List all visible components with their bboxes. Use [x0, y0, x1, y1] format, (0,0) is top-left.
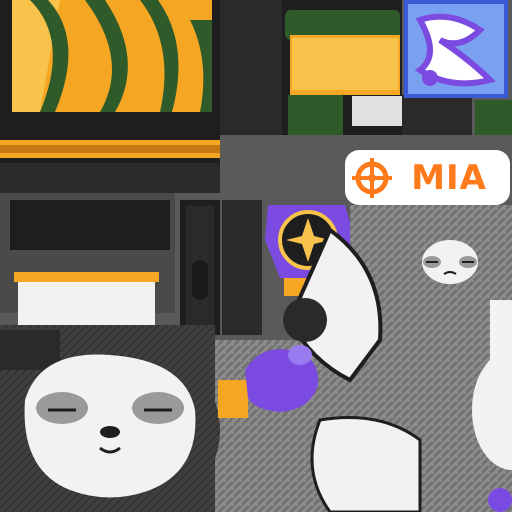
white-edge-strip: [490, 300, 512, 360]
aim-label: AIM: [410, 158, 486, 198]
sloth-face-icon: [24, 354, 196, 498]
sloth-face-icon: [422, 240, 478, 284]
character-texture-atlas: AIM: [0, 0, 512, 512]
graffiti-sticker-icon: [404, 0, 508, 98]
aim-label-box: AIM: [388, 156, 508, 200]
orange-mesh-strip: [0, 135, 220, 193]
atlas-canvas: [0, 0, 512, 512]
tiger-stripe-pattern: [0, 0, 220, 135]
purple-dot: [488, 488, 512, 512]
white-sleeve-bottom: [310, 416, 422, 512]
dark-panel: [10, 200, 170, 250]
